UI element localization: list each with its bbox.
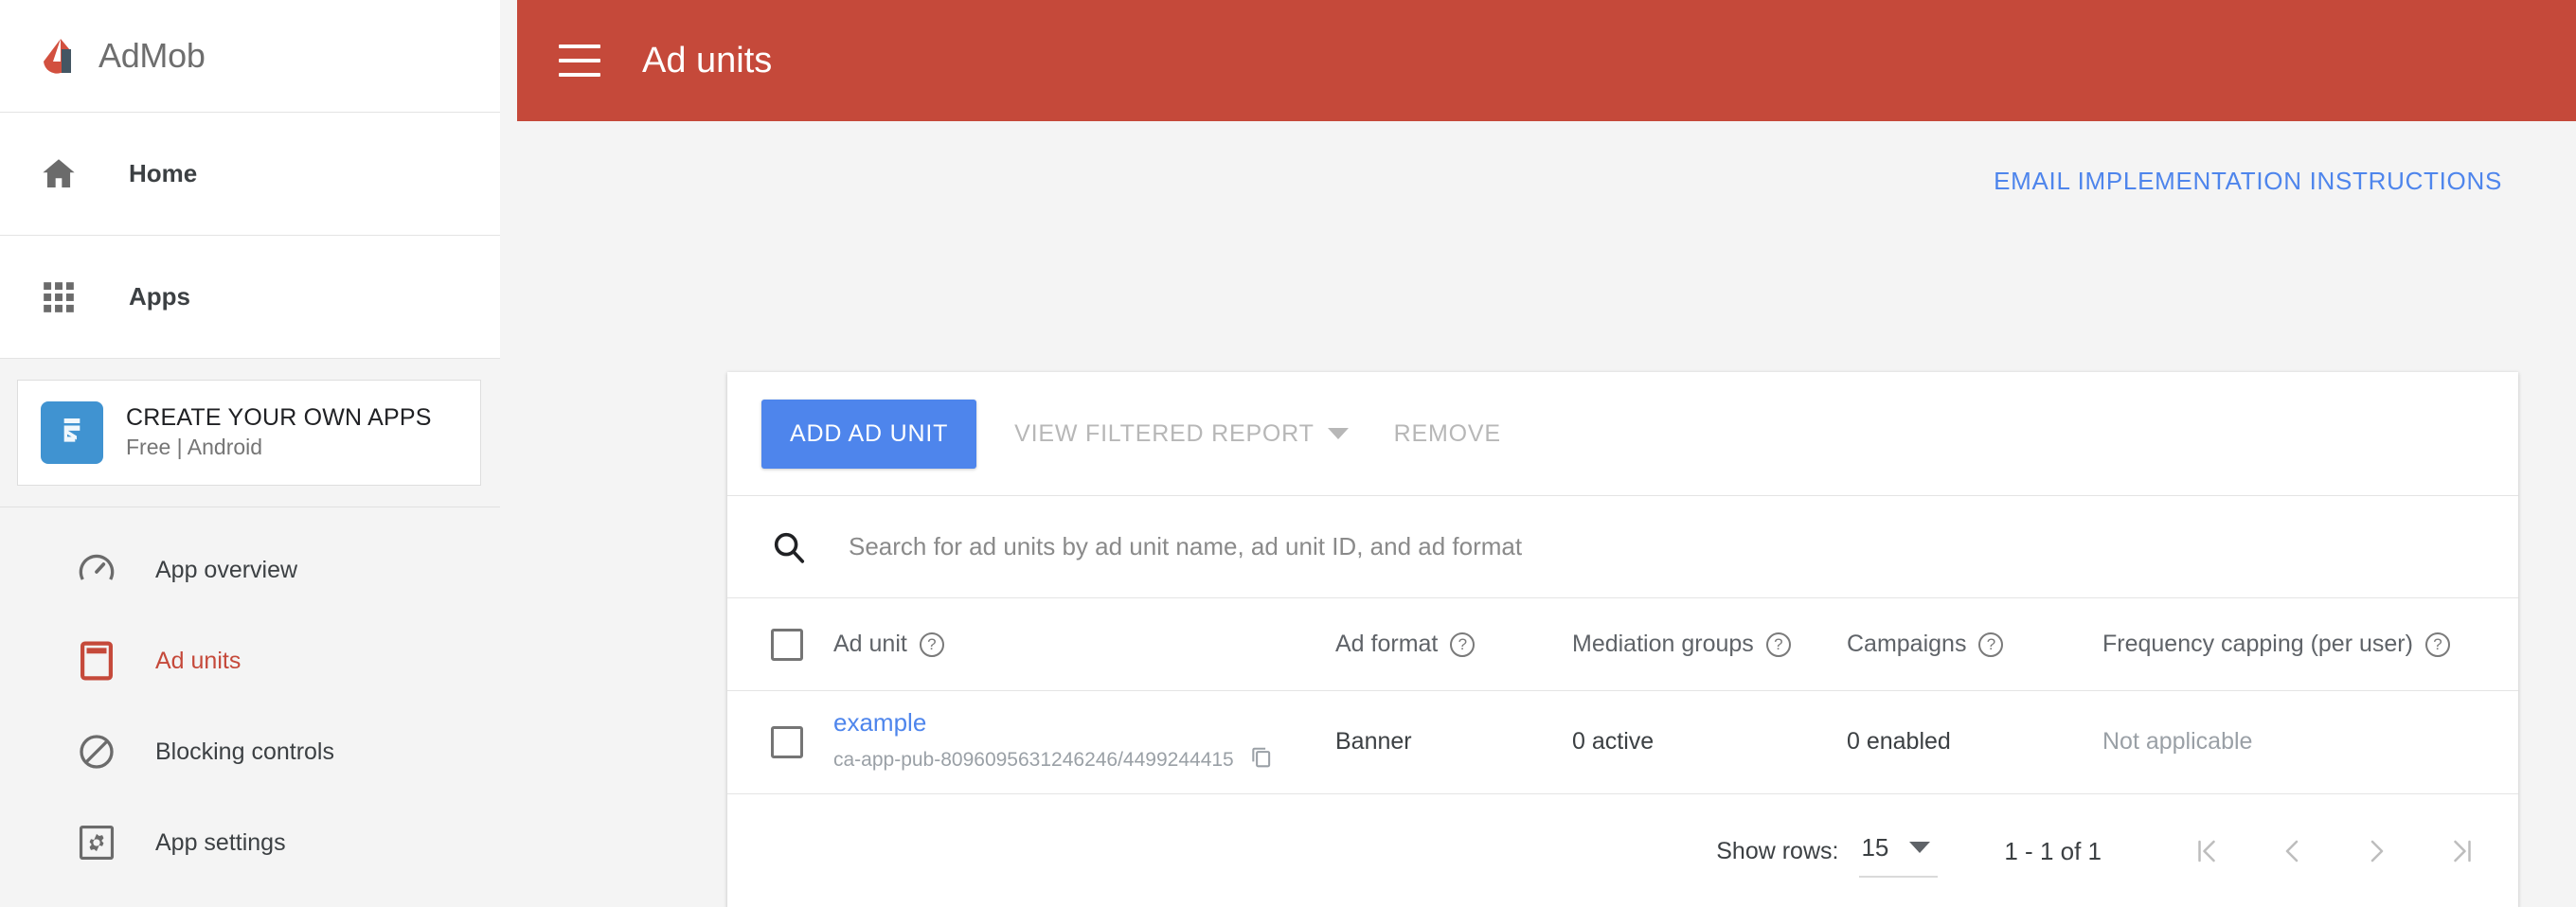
column-label: Mediation groups [1572, 631, 1754, 657]
chevron-down-icon [1327, 428, 1349, 439]
column-header-ad-unit[interactable]: Ad unit ? [833, 598, 1335, 691]
column-label: Frequency capping (per user) [2102, 631, 2413, 657]
promo-subtitle: Free | Android [126, 435, 263, 460]
page-range-label: 1 - 1 of 1 [2004, 836, 2102, 865]
app-subnav: App overview Ad units Blocking controls … [0, 507, 500, 907]
sidebar-item-home[interactable]: Home [0, 113, 500, 236]
admob-app-window: AdMob Home Apps CREATE YOUR OWN APPS Fre… [0, 0, 2576, 907]
column-header-ad-format[interactable]: Ad format ? [1335, 598, 1572, 691]
app-promo-icon [41, 401, 103, 464]
page-content: EMAIL IMPLEMENTATION INSTRUCTIONS ADD AD… [517, 121, 2576, 907]
ad-units-card: ADD AD UNIT VIEW FILTERED REPORT REMOVE [727, 372, 2518, 907]
main-area: Ad units EMAIL IMPLEMENTATION INSTRUCTIO… [500, 0, 2576, 907]
home-icon [36, 151, 81, 197]
sidebar-item-label: Apps [129, 282, 190, 311]
help-icon[interactable]: ? [1450, 631, 1476, 657]
promo-title: CREATE YOUR OWN APPS [126, 403, 432, 431]
sidebar-item-app-overview[interactable]: App overview [0, 525, 500, 615]
promo-section: CREATE YOUR OWN APPS Free | Android [0, 359, 500, 507]
column-label: Campaigns [1847, 631, 1967, 657]
primary-nav: Home Apps [0, 112, 500, 359]
sidebar-item-label: Home [129, 159, 198, 187]
prev-page-icon[interactable] [2278, 837, 2306, 865]
help-icon[interactable]: ? [2424, 631, 2450, 657]
rows-per-page-select[interactable]: 15 [1859, 826, 1939, 878]
pagination-controls [2192, 837, 2477, 865]
settings-gear-icon [76, 822, 117, 863]
brand-name: AdMob [98, 36, 206, 75]
show-rows-label: Show rows: [1716, 837, 1839, 864]
column-header-mediation-groups[interactable]: Mediation groups ? [1572, 598, 1847, 691]
ad-unit-name-link[interactable]: example [833, 708, 1335, 738]
sidebar-item-apps[interactable]: Apps [0, 236, 500, 359]
search-row [727, 495, 2518, 597]
brand-header[interactable]: AdMob [0, 0, 500, 112]
frequency-capping-cell: Not applicable [2102, 728, 2253, 756]
column-label: Ad unit [833, 631, 907, 657]
admob-logo-icon [38, 33, 83, 79]
table-row: example ca-app-pub-8096095631246246/4499… [727, 690, 2518, 793]
table-body: example ca-app-pub-8096095631246246/4499… [727, 690, 2518, 793]
page-title: Ad units [642, 40, 773, 80]
last-page-icon[interactable] [2448, 837, 2477, 865]
ad-unit-phone-icon [76, 640, 117, 682]
help-icon[interactable]: ? [1978, 631, 2004, 657]
sidebar-item-app-settings[interactable]: App settings [0, 797, 500, 888]
column-label: Ad format [1335, 631, 1439, 657]
sidebar-item-label: Blocking controls [155, 738, 334, 765]
create-your-own-apps-card[interactable]: CREATE YOUR OWN APPS Free | Android [17, 380, 481, 486]
select-all-checkbox[interactable] [771, 628, 803, 661]
table-footer: Show rows: 15 1 - 1 of 1 [727, 792, 2518, 907]
promo-text: CREATE YOUR OWN APPS Free | Android [126, 403, 480, 462]
table-head: Ad unit ? Ad format ? Mediation groups ?… [727, 597, 2518, 691]
mediation-groups-cell: 0 active [1572, 728, 1655, 756]
column-header-frequency-capping[interactable]: Frequency capping (per user) ? [2102, 598, 2518, 691]
next-page-icon[interactable] [2363, 837, 2391, 865]
rows-per-page-value: 15 [1861, 832, 1889, 862]
table-header-row: Ad unit ? Ad format ? Mediation groups ?… [727, 597, 2518, 691]
remove-label: REMOVE [1393, 419, 1501, 447]
first-page-icon[interactable] [2192, 837, 2221, 865]
sidebar-item-label: Ad units [155, 647, 242, 674]
hamburger-menu-icon[interactable] [559, 44, 600, 77]
sidebar-item-ad-units[interactable]: Ad units [0, 615, 500, 706]
row-checkbox[interactable] [771, 725, 803, 758]
sidebar-item-blocking-controls[interactable]: Blocking controls [0, 706, 500, 797]
email-link-row: EMAIL IMPLEMENTATION INSTRUCTIONS [517, 121, 2549, 196]
ad-units-table: Ad unit ? Ad format ? Mediation groups ?… [727, 597, 2518, 793]
select-all-header [727, 598, 833, 691]
view-filtered-report-label: VIEW FILTERED REPORT [1014, 419, 1315, 447]
row-select-cell [727, 691, 833, 793]
sidebar: AdMob Home Apps CREATE YOUR OWN APPS Fre… [0, 0, 517, 907]
view-filtered-report-button[interactable]: VIEW FILTERED REPORT [992, 403, 1371, 465]
campaigns-cell: 0 enabled [1847, 728, 1951, 756]
email-implementation-instructions-link[interactable]: EMAIL IMPLEMENTATION INSTRUCTIONS [1994, 167, 2502, 196]
remove-button[interactable]: REMOVE [1371, 403, 1524, 465]
sidebar-item-label: App overview [155, 556, 298, 583]
search-input[interactable] [849, 532, 2518, 561]
ad-unit-cell: example ca-app-pub-8096095631246246/4499… [833, 691, 1335, 793]
help-icon[interactable]: ? [919, 631, 944, 657]
sidebar-item-label: App settings [155, 828, 286, 856]
help-icon[interactable]: ? [1765, 631, 1791, 657]
ad-format-cell: Banner [1335, 728, 1412, 756]
ad-unit-id: ca-app-pub-8096095631246246/4499244415 [833, 748, 1234, 771]
top-app-bar: Ad units [517, 0, 2576, 121]
card-toolbar: ADD AD UNIT VIEW FILTERED REPORT REMOVE [727, 372, 2518, 495]
search-icon [771, 529, 807, 565]
chevron-down-icon [1909, 842, 1931, 853]
add-ad-unit-button[interactable]: ADD AD UNIT [761, 399, 977, 469]
apps-grid-icon [36, 275, 81, 320]
ad-unit-id-row: ca-app-pub-8096095631246246/4499244415 [833, 744, 1335, 775]
block-circle-icon [76, 731, 117, 773]
copy-icon[interactable] [1249, 744, 1274, 775]
speedometer-icon [76, 549, 117, 591]
column-header-campaigns[interactable]: Campaigns ? [1847, 598, 2102, 691]
